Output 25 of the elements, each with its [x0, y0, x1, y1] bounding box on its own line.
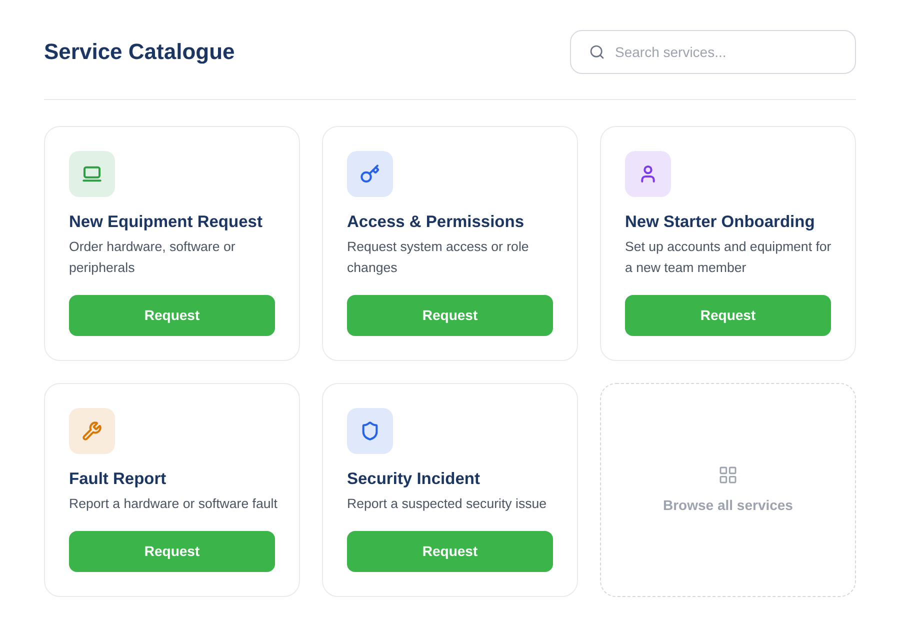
laptop-icon — [69, 151, 115, 197]
service-description: Report a hardware or software fault — [69, 495, 278, 513]
request-button[interactable]: Request — [69, 295, 275, 336]
service-title: New Starter Onboarding — [625, 212, 816, 233]
service-description: Report a suspected security issue — [347, 495, 548, 513]
browse-all-services-link[interactable]: Browse all services — [600, 383, 856, 597]
person-icon — [625, 151, 671, 197]
search-field[interactable]: Search services... — [570, 30, 856, 74]
service-title: Security Incident — [347, 469, 481, 490]
service-title: Access & Permissions — [347, 212, 526, 233]
service-title: New Equipment Request — [69, 212, 264, 233]
key-icon — [347, 151, 393, 197]
service-description: Request system access or role changes — [347, 238, 530, 277]
wrench-icon — [69, 408, 115, 454]
request-button[interactable]: Request — [625, 295, 831, 336]
service-title: Fault Report — [69, 469, 168, 490]
service-description: Order hardware, software or peripherals — [69, 238, 236, 277]
search-icon — [589, 44, 605, 60]
grid-icon — [718, 464, 738, 484]
request-button[interactable]: Request — [347, 295, 553, 336]
request-button[interactable]: Request — [347, 531, 553, 572]
request-button[interactable]: Request — [69, 531, 275, 572]
service-description: Set up accounts and equipment for a new team member — [625, 238, 832, 277]
page-title: Service Catalogue — [44, 38, 235, 66]
shield-icon — [347, 408, 393, 454]
